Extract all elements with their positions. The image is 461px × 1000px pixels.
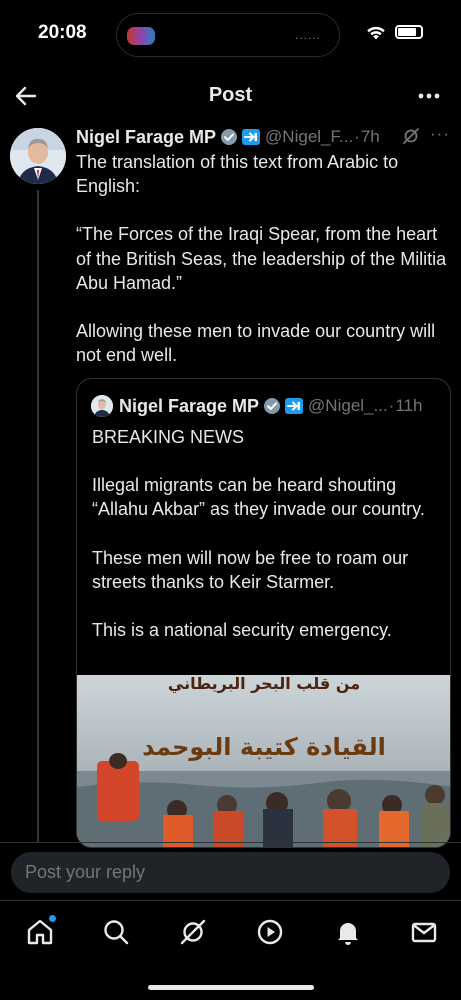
quoted-video-thumbnail[interactable]: من قلب البحر البريطاني القيادة كتيبة الب… [77, 675, 450, 847]
author-name[interactable]: Nigel Farage MP [76, 127, 216, 148]
government-badge-icon [242, 129, 261, 145]
quoted-author-row: Nigel Farage MP @Nigel_... · 11h [91, 395, 441, 417]
video-caption-main: القيادة كتيبة البوحمد [142, 733, 386, 761]
government-badge-icon [285, 398, 304, 414]
profile-photo [10, 128, 66, 184]
tab-grok[interactable] [178, 917, 208, 947]
quoted-avatar [91, 395, 113, 417]
grok-icon[interactable] [402, 127, 420, 145]
tab-messages[interactable] [409, 917, 439, 947]
separator-dot: · [388, 396, 395, 415]
now-playing-thumbnail [127, 27, 155, 45]
more-horizontal-icon[interactable] [415, 82, 443, 110]
island-dots: ...... [294, 28, 321, 42]
separator-dot: · [354, 127, 360, 146]
post-paragraph: Allowing these men to invade our country… [76, 321, 436, 366]
post-paragraph: “The Forces of the Iraqi Spear, from the… [76, 224, 447, 293]
post-more-button[interactable]: ··· [430, 124, 450, 144]
verified-badge-icon [264, 398, 281, 414]
thread-line [37, 190, 39, 842]
dynamic-island[interactable]: ...... [116, 13, 340, 57]
quoted-author-name: Nigel Farage MP [119, 395, 260, 416]
notification-dot [48, 914, 57, 923]
reply-input[interactable] [11, 852, 450, 893]
grok-icon [180, 919, 206, 945]
post-paragraph: The translation of this text from Arabic… [76, 152, 399, 197]
battery-icon [395, 25, 423, 39]
status-icons [365, 24, 423, 40]
search-icon [104, 920, 129, 945]
quoted-post-body: BREAKING NEWS Illegal migrants can be he… [92, 425, 437, 666]
post-header-bar: Post [0, 74, 461, 118]
post-author-row: Nigel Farage MP @Nigel_F... · 7h ··· [76, 124, 456, 148]
reply-divider [0, 842, 461, 843]
quoted-paragraph: These men will now be free to roam our s… [92, 547, 409, 592]
status-bar: 20:08 ...... [0, 0, 461, 70]
quoted-paragraph: Illegal migrants can be heard shouting “… [92, 475, 425, 520]
tab-notifications[interactable] [333, 917, 363, 947]
play-icon [257, 919, 283, 945]
mail-icon [411, 922, 437, 943]
quoted-author-handle: @Nigel_... [308, 396, 388, 415]
tab-video[interactable] [255, 917, 285, 947]
post-time: 7h [360, 127, 380, 146]
post-body: The translation of this text from Arabic… [76, 150, 448, 391]
page-title: Post [208, 84, 253, 106]
verified-badge-icon [221, 129, 238, 145]
quoted-post-card[interactable]: Nigel Farage MP @Nigel_... · 11h BREAKIN… [76, 378, 451, 848]
quoted-paragraph: This is a national security emergency. [92, 620, 392, 641]
tab-home[interactable] [25, 914, 57, 947]
video-frame: من قلب البحر البريطاني القيادة كتيبة الب… [77, 675, 450, 847]
home-indicator [148, 985, 314, 990]
quoted-post-time: 11h [395, 396, 423, 415]
avatar[interactable] [10, 128, 66, 184]
wifi-icon [367, 26, 385, 40]
author-handle[interactable]: @Nigel_F... [265, 127, 353, 147]
quoted-paragraph: BREAKING NEWS [92, 427, 245, 447]
bell-icon [338, 923, 358, 945]
video-caption-top: من قلب البحر البريطاني [168, 675, 360, 694]
tab-search[interactable] [101, 917, 131, 947]
status-time: 20:08 [38, 22, 87, 43]
